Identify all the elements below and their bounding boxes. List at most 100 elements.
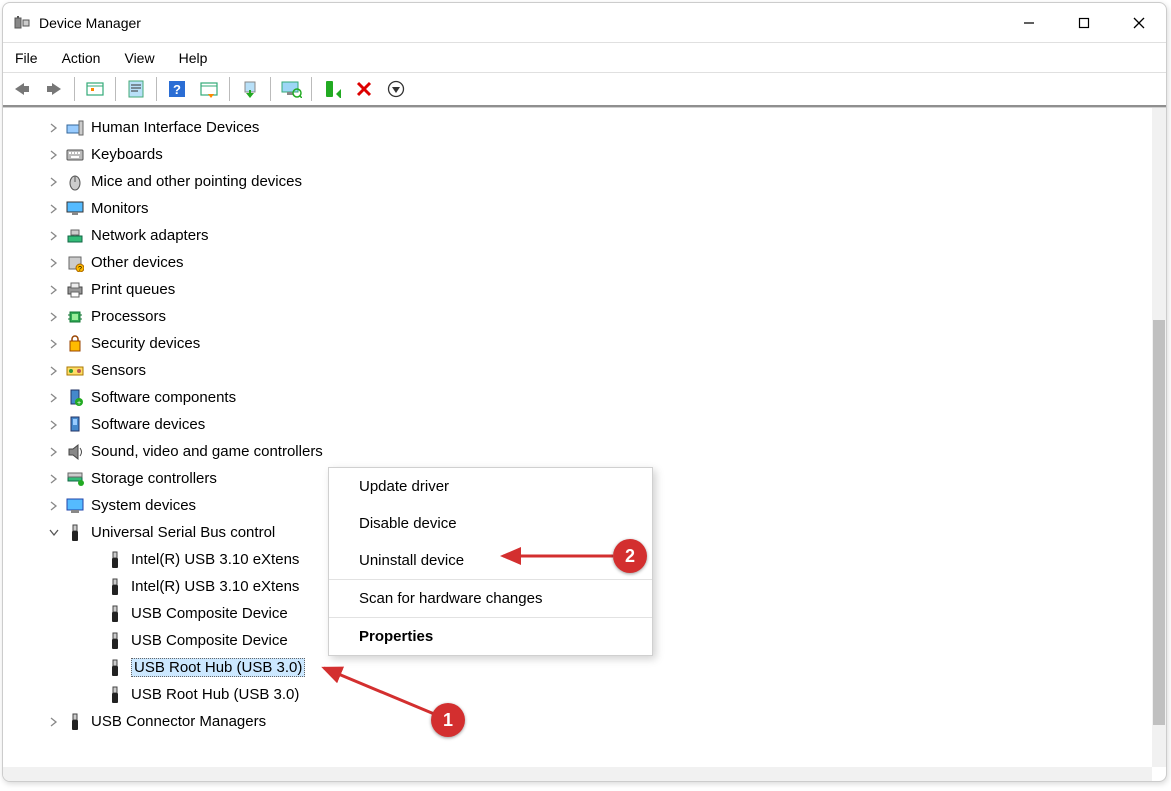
chevron-right-icon[interactable] <box>47 715 61 729</box>
ctx-update-driver[interactable]: Update driver <box>329 468 652 505</box>
tree-node-label: Keyboards <box>91 146 163 163</box>
device-manager-window: Device Manager File Action View Help <box>2 2 1167 782</box>
back-button[interactable] <box>7 75 37 103</box>
tree-node-label: Software devices <box>91 416 205 433</box>
chevron-right-icon[interactable] <box>47 499 61 513</box>
tree-node-usb-child[interactable]: USB Root Hub (USB 3.0) <box>3 681 1152 708</box>
sensor-icon <box>65 361 85 381</box>
tree-node-label: Network adapters <box>91 227 209 244</box>
update-driver-button[interactable] <box>235 75 265 103</box>
tree-node-swdev[interactable]: Software devices <box>3 411 1152 438</box>
tree-node-label: Other devices <box>91 254 184 271</box>
tree-node-label: Monitors <box>91 200 149 217</box>
help-button[interactable]: ? <box>162 75 192 103</box>
chevron-right-icon[interactable] <box>47 202 61 216</box>
close-button[interactable] <box>1111 3 1166 43</box>
enable-device-button[interactable] <box>317 75 347 103</box>
chevron-right-icon[interactable] <box>47 337 61 351</box>
usb-icon <box>105 631 125 651</box>
menu-file[interactable]: File <box>9 46 50 70</box>
chevron-right-icon[interactable] <box>47 283 61 297</box>
chevron-right-icon[interactable] <box>47 121 61 135</box>
minimize-button[interactable] <box>1001 3 1056 43</box>
tree-node-other[interactable]: ?Other devices <box>3 249 1152 276</box>
tree-node-mouse[interactable]: Mice and other pointing devices <box>3 168 1152 195</box>
expander-none[interactable] <box>87 634 101 648</box>
svg-text:+: + <box>77 400 81 407</box>
chevron-down-icon[interactable] <box>47 526 61 540</box>
menu-help[interactable]: Help <box>167 46 220 70</box>
tile-button[interactable] <box>194 75 224 103</box>
expander-none[interactable] <box>87 661 101 675</box>
usb-icon <box>105 685 125 705</box>
expander-none[interactable] <box>87 688 101 702</box>
expander-none[interactable] <box>87 580 101 594</box>
printer-icon <box>65 280 85 300</box>
show-hidden-button[interactable] <box>80 75 110 103</box>
properties-button[interactable] <box>121 75 151 103</box>
chevron-right-icon[interactable] <box>47 418 61 432</box>
tree-node-swcomp[interactable]: +Software components <box>3 384 1152 411</box>
uninstall-device-button[interactable] <box>349 75 379 103</box>
chevron-right-icon[interactable] <box>47 391 61 405</box>
chevron-right-icon[interactable] <box>47 229 61 243</box>
ctx-properties[interactable]: Properties <box>329 618 652 655</box>
horizontal-scrollbar[interactable] <box>3 767 1152 781</box>
ctx-scan-hardware[interactable]: Scan for hardware changes <box>329 580 652 617</box>
chevron-right-icon[interactable] <box>47 472 61 486</box>
tree-node-label: Intel(R) USB 3.10 eXtens <box>131 578 299 595</box>
tree-node-label: USB Composite Device <box>131 605 288 622</box>
chevron-right-icon[interactable] <box>47 148 61 162</box>
tree-node-label: Mice and other pointing devices <box>91 173 302 190</box>
vertical-scrollbar[interactable] <box>1152 108 1166 767</box>
toolbar-separator <box>311 77 312 101</box>
tree-node-usb-connector-managers[interactable]: USB Connector Managers <box>3 708 1152 735</box>
tree-node-security[interactable]: Security devices <box>3 330 1152 357</box>
chevron-right-icon[interactable] <box>47 364 61 378</box>
annotation-step-2: 2 <box>613 539 647 573</box>
system-icon <box>65 496 85 516</box>
ctx-disable-device[interactable]: Disable device <box>329 505 652 542</box>
titlebar: Device Manager <box>3 3 1166 43</box>
cpu-icon <box>65 307 85 327</box>
chevron-right-icon[interactable] <box>47 175 61 189</box>
maximize-button[interactable] <box>1056 3 1111 43</box>
keyboard-icon <box>65 145 85 165</box>
tree-node-label: USB Connector Managers <box>91 713 266 730</box>
monitor-icon <box>65 199 85 219</box>
tree-node-monitor[interactable]: Monitors <box>3 195 1152 222</box>
tree-node-hid[interactable]: Human Interface Devices <box>3 114 1152 141</box>
chevron-right-icon[interactable] <box>47 445 61 459</box>
tree-node-sensor[interactable]: Sensors <box>3 357 1152 384</box>
usb-icon <box>65 523 85 543</box>
tree-node-label: Intel(R) USB 3.10 eXtens <box>131 551 299 568</box>
menubar: File Action View Help <box>3 43 1166 73</box>
forward-button[interactable] <box>39 75 69 103</box>
tree-node-label: USB Root Hub (USB 3.0) <box>131 658 305 677</box>
expander-none[interactable] <box>87 607 101 621</box>
chevron-right-icon[interactable] <box>47 256 61 270</box>
chevron-right-icon[interactable] <box>47 310 61 324</box>
tree-node-cpu[interactable]: Processors <box>3 303 1152 330</box>
tree-node-keyboard[interactable]: Keyboards <box>3 141 1152 168</box>
menu-action[interactable]: Action <box>50 46 113 70</box>
tree-node-network[interactable]: Network adapters <box>3 222 1152 249</box>
usb-icon <box>105 550 125 570</box>
tree-node-usb-child[interactable]: USB Root Hub (USB 3.0) <box>3 654 1152 681</box>
scrollbar-thumb[interactable] <box>1153 320 1165 725</box>
ctx-uninstall-device[interactable]: Uninstall device <box>329 542 652 579</box>
tree-node-label: Universal Serial Bus control <box>91 524 275 541</box>
toolbar-separator <box>115 77 116 101</box>
expander-none[interactable] <box>87 553 101 567</box>
device-tree[interactable]: Human Interface Devices Keyboards Mice and… <box>3 108 1152 767</box>
tree-node-label: Sound, video and game controllers <box>91 443 323 460</box>
tree-area: Human Interface Devices Keyboards Mice and… <box>3 107 1166 781</box>
down-arrow-button[interactable] <box>381 75 411 103</box>
tree-node-sound[interactable]: Sound, video and game controllers <box>3 438 1152 465</box>
swcomp-icon: + <box>65 388 85 408</box>
tree-node-label: System devices <box>91 497 196 514</box>
menu-view[interactable]: View <box>112 46 166 70</box>
tree-node-printer[interactable]: Print queues <box>3 276 1152 303</box>
annotation-step-1: 1 <box>431 703 465 737</box>
scan-hardware-button[interactable] <box>276 75 306 103</box>
